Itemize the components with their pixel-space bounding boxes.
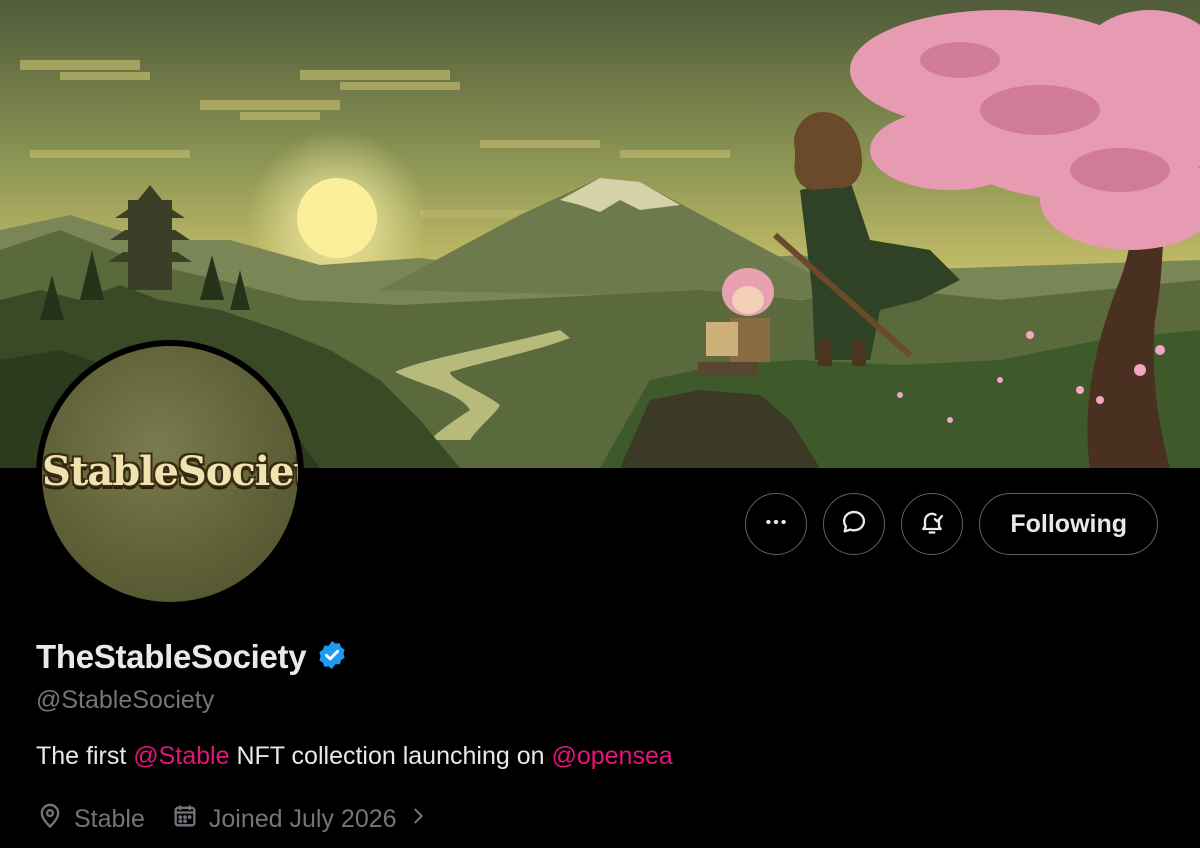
joined-text: Joined July 2026	[208, 805, 397, 833]
bio-text-prefix: The first	[36, 742, 134, 770]
profile-bio: The first @Stable NFT collection launchi…	[36, 742, 673, 771]
verified-badge-icon	[316, 639, 348, 676]
name-row: TheStableSociety	[36, 638, 348, 676]
profile-actions: Following	[745, 493, 1158, 555]
location-item: Stable	[36, 802, 145, 837]
message-button[interactable]	[823, 493, 886, 555]
more-button[interactable]	[745, 493, 808, 555]
location-text: Stable	[74, 805, 145, 833]
joined-item[interactable]: Joined July 2026	[171, 802, 429, 837]
bio-mention-opensea[interactable]: @opensea	[551, 742, 672, 770]
bio-mention-stable[interactable]: @Stable	[133, 742, 229, 770]
profile-meta: Stable Joined July 2026	[36, 802, 455, 837]
avatar-image: StableSociety	[42, 346, 298, 602]
location-pin-icon	[36, 802, 64, 837]
message-bubble-icon	[840, 508, 868, 541]
profile-avatar[interactable]: StableSociety	[36, 340, 304, 608]
profile-handle: @StableSociety	[36, 686, 215, 714]
avatar-logo-text: StableSociety	[42, 448, 298, 495]
display-name: TheStableSociety	[36, 638, 307, 675]
bio-text-middle: NFT collection launching on	[229, 742, 552, 770]
following-button[interactable]: Following	[979, 493, 1158, 555]
bell-icon	[918, 508, 946, 541]
calendar-icon	[171, 802, 199, 837]
more-horizontal-icon	[763, 509, 789, 540]
notifications-button[interactable]	[901, 493, 964, 555]
chevron-right-icon	[407, 805, 429, 834]
